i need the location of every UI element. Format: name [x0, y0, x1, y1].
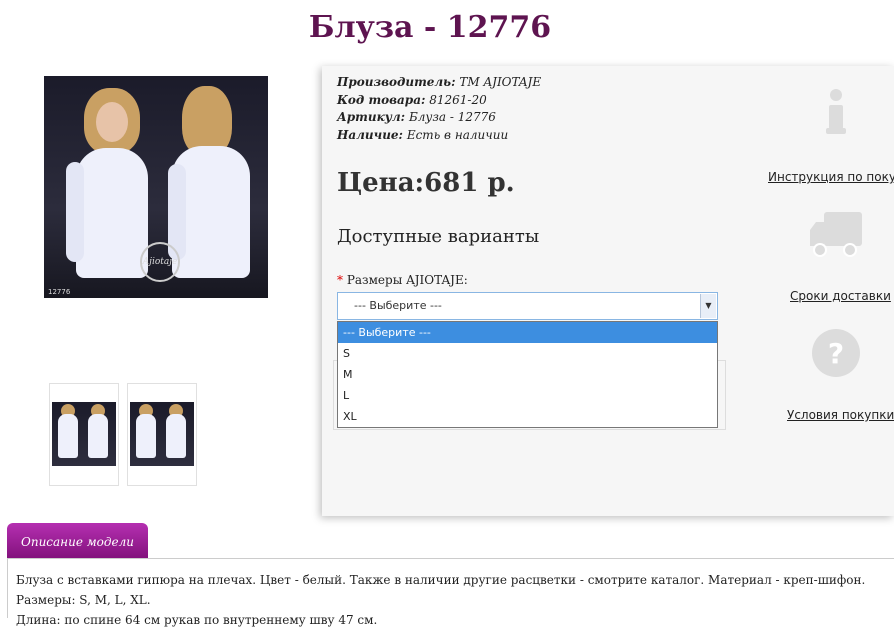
size-select[interactable]: --- Выберите --- ▼ [337, 292, 718, 320]
size-select-value: --- Выберите --- [354, 299, 442, 312]
thumbnail-2[interactable] [127, 383, 197, 486]
code-label: Код товара: [337, 92, 426, 107]
description-line-2: Длина: по спине 64 см рукав по внутренне… [16, 613, 378, 627]
size-option[interactable]: --- Выберите --- [338, 322, 717, 343]
chevron-down-icon[interactable]: ▼ [700, 294, 716, 318]
instruction-link[interactable]: Инструкция по покупке [768, 170, 894, 184]
image-code: 12776 [48, 288, 71, 296]
delivery-link[interactable]: Сроки доставки [790, 289, 891, 303]
product-details: Производитель: ТМ AJIOTAJE Код товара: 8… [337, 74, 541, 144]
size-option[interactable]: M [338, 364, 717, 385]
availability-label: Наличие: [337, 127, 403, 142]
code-value: 81261-20 [429, 92, 487, 107]
svg-text:?: ? [828, 337, 844, 370]
size-option[interactable]: XL [338, 406, 717, 427]
product-main-image[interactable]: Ajiotaje 12776 [44, 76, 268, 298]
article-label: Артикул: [337, 110, 406, 124]
question-icon: ? [811, 328, 861, 378]
brand-watermark: Ajiotaje [140, 242, 180, 282]
variants-heading: Доступные варианты [337, 226, 540, 247]
size-label-text: Размеры AJIOTAJE: [346, 273, 468, 287]
info-icon [824, 88, 848, 136]
size-label: * Размеры AJIOTAJE: [337, 273, 468, 287]
model-back [168, 84, 258, 298]
price: Цена:681 р. [337, 168, 515, 198]
size-option[interactable]: S [338, 343, 717, 364]
product-description: Блуза с вставками гипюра на плечах. Цвет… [16, 570, 886, 630]
product-title: Блуза - 12776 [308, 10, 552, 45]
thumbnail-1[interactable] [49, 383, 119, 486]
tab-description[interactable]: Описание модели [7, 523, 148, 558]
truck-icon [808, 210, 864, 258]
size-dropdown-list: --- Выберите --- S M L XL [337, 321, 718, 428]
availability-value: Есть в наличии [406, 127, 509, 142]
manufacturer-value: ТМ AJIOTAJE [459, 75, 542, 89]
article-value: Блуза - 12776 [408, 110, 496, 124]
required-mark: * [337, 273, 343, 287]
description-line-1: Блуза с вставками гипюра на плечах. Цвет… [16, 573, 866, 607]
manufacturer-label: Производитель: [337, 75, 456, 89]
conditions-link[interactable]: Условия покупки [787, 408, 894, 422]
size-option[interactable]: L [338, 385, 717, 406]
